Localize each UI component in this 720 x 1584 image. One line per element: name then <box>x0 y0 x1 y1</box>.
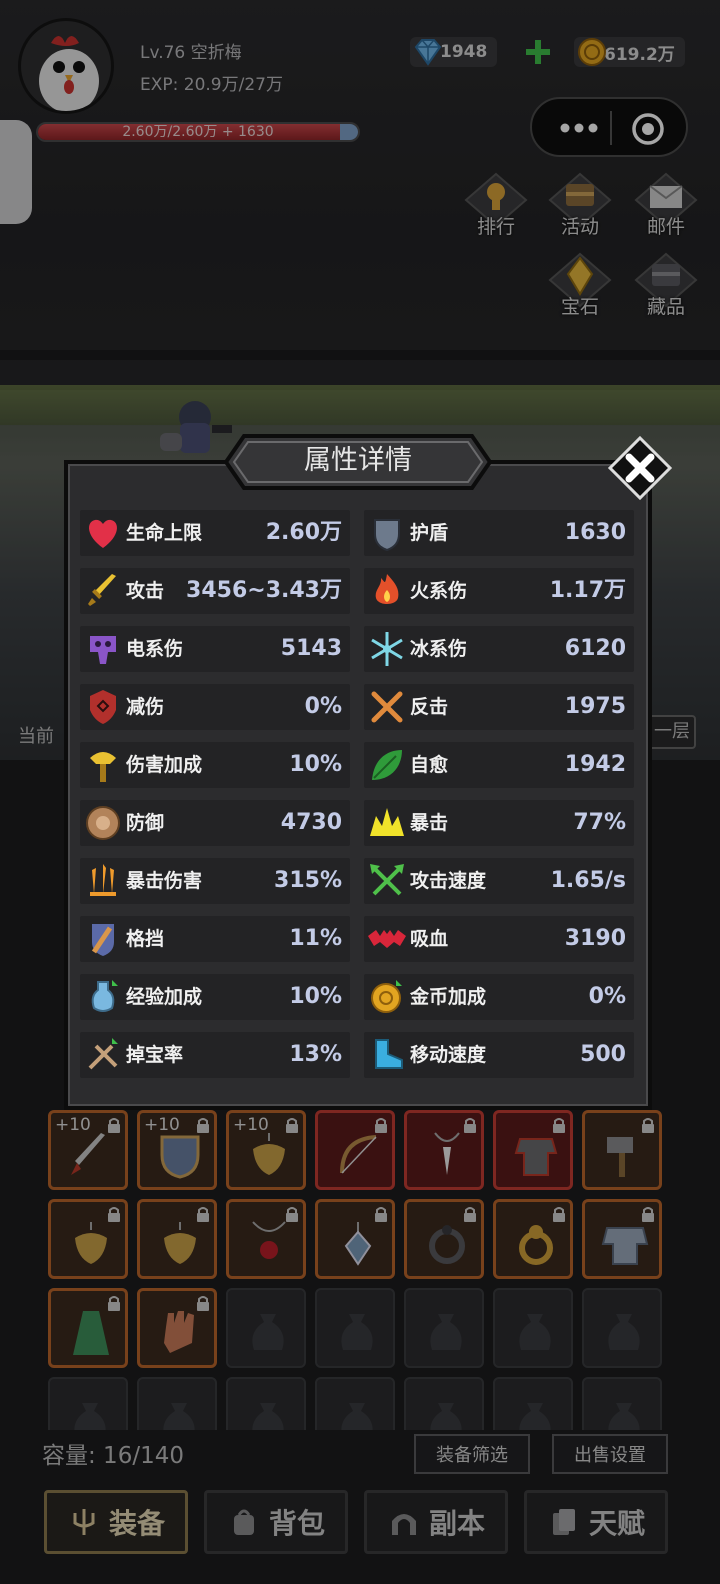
stat-row: 吸血 3190 <box>364 916 634 962</box>
boot-icon <box>375 1039 403 1069</box>
stat-value: 1630 <box>564 520 626 545</box>
stat-value: 4730 <box>280 810 342 835</box>
stat-row: 反击 1975 <box>364 684 634 730</box>
stat-row: 减伤 0% <box>80 684 350 730</box>
stat-name: 掉宝率 <box>126 1044 184 1066</box>
stat-value: 1.17万 <box>549 578 626 603</box>
snowflake-icon <box>371 632 403 666</box>
stat-name: 吸血 <box>410 928 449 950</box>
stat-value: 6120 <box>564 636 626 661</box>
stat-row: 攻击速度 1.65/s <box>364 858 634 904</box>
stat-row: 火系伤 1.17万 <box>364 568 634 614</box>
stat-row: 防御 4730 <box>80 800 350 846</box>
stat-name: 攻击速度 <box>410 870 487 892</box>
stat-row: 移动速度 500 <box>364 1032 634 1078</box>
sword-icon <box>88 574 116 606</box>
stat-value: 77% <box>573 810 626 835</box>
stat-row: 暴击 77% <box>364 800 634 846</box>
stat-name: 火系伤 <box>410 580 468 602</box>
stat-name: 格挡 <box>126 928 165 950</box>
stat-row: 伤害加成 10% <box>80 742 350 788</box>
stat-name: 冰系伤 <box>410 638 468 660</box>
stat-name: 自愈 <box>410 754 449 776</box>
stat-value: 3190 <box>564 926 626 951</box>
damage-reduction-icon <box>90 690 116 724</box>
close-icon[interactable] <box>608 436 672 500</box>
stat-value: 1975 <box>564 694 626 719</box>
hammer-icon <box>90 752 116 782</box>
crit-burst-icon <box>370 808 404 836</box>
heart-icon <box>89 519 117 548</box>
shield-icon <box>374 519 400 552</box>
stat-name: 暴击伤害 <box>126 870 203 892</box>
stat-name: 攻击 <box>126 580 165 602</box>
stat-row: 护盾 1630 <box>364 510 634 556</box>
stat-value: 1942 <box>564 752 626 777</box>
stat-row: 攻击 3456~3.43万 <box>80 568 350 614</box>
stat-value: 500 <box>580 1042 626 1067</box>
stat-value: 13% <box>289 1042 342 1067</box>
stat-name: 伤害加成 <box>126 754 203 776</box>
stat-row: 金币加成 0% <box>364 974 634 1020</box>
stat-name: 暴击 <box>410 812 449 834</box>
stat-value: 10% <box>289 984 342 1009</box>
loot-icon <box>88 1038 118 1070</box>
lightning-skull-icon <box>90 636 116 664</box>
stat-name: 电系伤 <box>126 638 184 660</box>
bat-icon <box>368 930 406 948</box>
stat-row: 冰系伤 6120 <box>364 626 634 672</box>
crossed-arrows-icon <box>370 864 404 896</box>
stat-row: 暴击伤害 315% <box>80 858 350 904</box>
stat-value: 2.60万 <box>265 520 342 545</box>
exp-potion-icon <box>91 980 118 1012</box>
stat-name: 减伤 <box>126 696 165 718</box>
stat-value: 10% <box>289 752 342 777</box>
stat-name: 生命上限 <box>126 522 203 544</box>
stat-row: 电系伤 5143 <box>80 626 350 672</box>
gold-coin-icon <box>371 980 402 1013</box>
stat-value: 315% <box>274 868 342 893</box>
stat-row: 生命上限 2.60万 <box>80 510 350 556</box>
stat-name: 护盾 <box>410 522 449 544</box>
stat-row: 经验加成 10% <box>80 974 350 1020</box>
stat-value: 3456~3.43万 <box>186 578 342 603</box>
stat-name: 移动速度 <box>410 1044 487 1066</box>
stat-value: 0% <box>588 984 626 1009</box>
stat-row: 掉宝率 13% <box>80 1032 350 1078</box>
triple-blade-icon <box>90 864 116 896</box>
stat-value: 0% <box>304 694 342 719</box>
leaf-icon <box>372 750 402 780</box>
modal-title: 属性详情 <box>304 445 412 476</box>
stat-name: 防御 <box>126 812 165 834</box>
crossed-swords-icon <box>371 691 403 723</box>
stat-row: 自愈 1942 <box>364 742 634 788</box>
stat-row: 格挡 11% <box>80 916 350 962</box>
stat-value: 1.65/s <box>550 868 626 893</box>
stat-value: 11% <box>289 926 342 951</box>
stat-name: 金币加成 <box>410 986 487 1008</box>
round-shield-icon <box>86 806 120 840</box>
fire-icon <box>375 574 399 604</box>
block-shield-icon <box>91 924 114 956</box>
stat-value: 5143 <box>280 636 342 661</box>
stat-name: 经验加成 <box>126 986 203 1008</box>
stat-name: 反击 <box>410 696 449 718</box>
